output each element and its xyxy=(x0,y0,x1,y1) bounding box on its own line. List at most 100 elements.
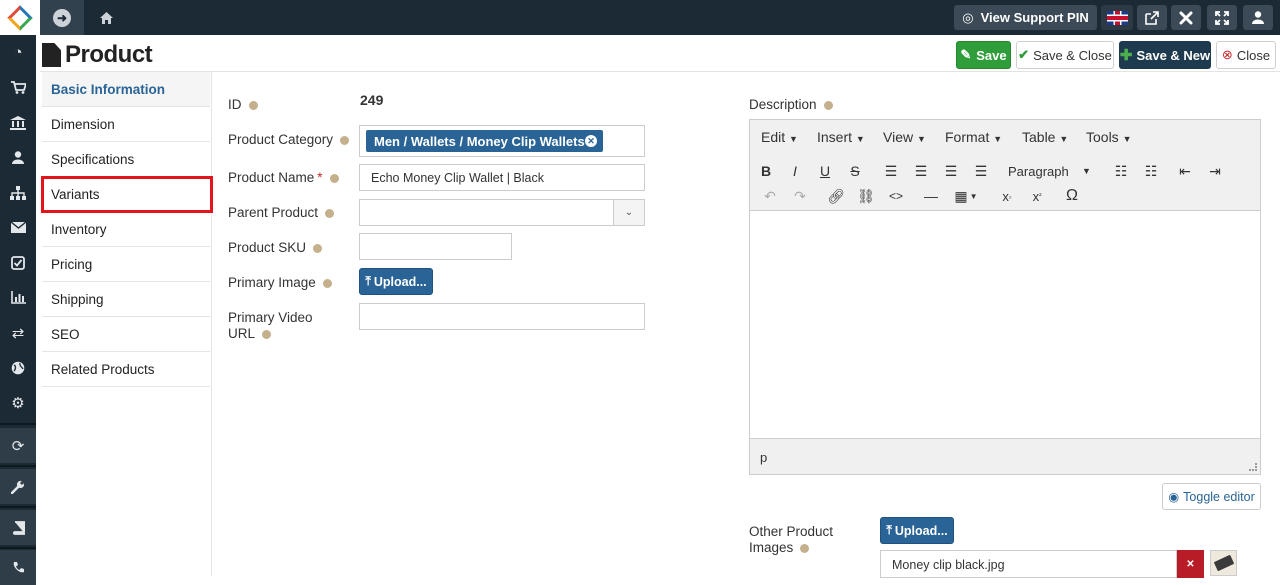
tab-shipping[interactable]: Shipping xyxy=(42,282,210,317)
menu-edit[interactable]: Edit ▼ xyxy=(761,129,798,145)
horizontal-rule-icon[interactable]: — xyxy=(920,185,942,207)
resize-handle-icon[interactable] xyxy=(1249,463,1257,471)
numbered-list-icon[interactable]: ☷ xyxy=(1140,160,1162,182)
align-right-icon[interactable]: ☰ xyxy=(940,160,962,182)
caret-down-icon: ▼ xyxy=(1082,166,1091,176)
table-icon[interactable]: ▦ ▼ xyxy=(950,185,982,207)
delete-image-button[interactable]: ✕ xyxy=(1177,550,1204,578)
description-editor: Edit ▼ Insert ▼ View ▼ Format ▼ Table ▼ … xyxy=(749,119,1261,475)
uk-flag-icon xyxy=(1106,10,1128,25)
unlink-icon[interactable]: ⛓ xyxy=(855,185,877,207)
bullet-list-icon[interactable]: ☷ xyxy=(1110,160,1132,182)
tab-specifications[interactable]: Specifications xyxy=(42,142,210,177)
menu-format-label: Format xyxy=(945,129,990,145)
tab-related-products[interactable]: Related Products xyxy=(42,352,210,387)
tab-dimension[interactable]: Dimension xyxy=(42,107,210,142)
other-images-upload-button[interactable]: ⤒ Upload... xyxy=(880,517,954,544)
align-center-icon[interactable]: ☰ xyxy=(910,160,932,182)
strikethrough-icon[interactable]: S xyxy=(844,160,866,182)
transfers-nav[interactable]: ⇄ xyxy=(0,315,36,350)
messages-nav[interactable] xyxy=(0,210,36,245)
indent-icon[interactable]: ⇥ xyxy=(1204,160,1226,182)
tab-label: Shipping xyxy=(51,291,104,307)
docs-nav[interactable] xyxy=(0,510,36,545)
view-support-pin-button[interactable]: ◎ View Support PIN xyxy=(954,5,1097,30)
special-character-icon[interactable]: Ω xyxy=(1061,185,1083,207)
close-button[interactable]: ⊗ Close xyxy=(1216,41,1276,69)
sync-nav[interactable]: ⟳ xyxy=(0,428,36,463)
italic-icon[interactable]: I xyxy=(784,160,806,182)
redo-icon[interactable]: ↷ xyxy=(789,185,811,207)
remove-tag-icon[interactable]: ✕ xyxy=(585,135,597,147)
logo-icon xyxy=(7,4,33,31)
outdent-icon[interactable]: ⇤ xyxy=(1174,160,1196,182)
subscript-icon[interactable]: x₂ xyxy=(996,185,1018,207)
product-name-input[interactable]: Echo Money Clip Wallet | Black xyxy=(359,164,645,191)
code-icon[interactable]: <> xyxy=(885,185,907,207)
toggle-editor-button[interactable]: ◉ Toggle editor xyxy=(1162,483,1261,510)
dashboard-nav[interactable]: ◔ xyxy=(0,35,36,70)
support-nav[interactable] xyxy=(0,550,36,585)
save-new-button[interactable]: ✚ Save & New xyxy=(1119,41,1211,69)
save-close-label: Save & Close xyxy=(1033,47,1112,63)
open-site-button[interactable] xyxy=(1137,5,1167,30)
close-icon: ✕ xyxy=(1186,558,1195,570)
tab-seo[interactable]: SEO xyxy=(42,317,210,352)
reports-nav[interactable] xyxy=(0,280,36,315)
settings-nav[interactable]: ⚙ xyxy=(0,385,36,420)
tab-pricing[interactable]: Pricing xyxy=(42,247,210,282)
customers-nav[interactable] xyxy=(0,140,36,175)
image-thumbnail[interactable] xyxy=(1210,550,1237,576)
bold-icon[interactable]: B xyxy=(755,160,777,182)
primary-video-url-input[interactable] xyxy=(359,303,645,330)
underline-icon[interactable]: U xyxy=(814,160,836,182)
chevron-down-icon[interactable]: ⌄ xyxy=(613,200,644,225)
link-icon[interactable]: 🔗︎ xyxy=(825,185,847,207)
eye-icon: ◉ xyxy=(1168,490,1180,504)
sitemap-icon xyxy=(10,185,26,200)
fullscreen-button[interactable] xyxy=(1207,5,1237,30)
tools-nav[interactable] xyxy=(0,469,36,504)
save-button[interactable]: ✎ Save xyxy=(956,41,1011,69)
menu-view[interactable]: View ▼ xyxy=(883,129,926,145)
categories-nav[interactable] xyxy=(0,175,36,210)
undo-icon[interactable]: ↶ xyxy=(759,185,781,207)
tasks-nav[interactable] xyxy=(0,245,36,280)
menu-insert[interactable]: Insert ▼ xyxy=(817,129,865,145)
info-icon xyxy=(329,174,339,183)
editor-content-area[interactable] xyxy=(750,212,1260,438)
payments-nav[interactable] xyxy=(0,105,36,140)
edit-icon: ✎ xyxy=(960,47,972,62)
product-sku-input[interactable] xyxy=(359,233,512,260)
menu-tools[interactable]: Tools ▼ xyxy=(1086,129,1132,145)
top-bar: ➜ ◎ View Support PIN xyxy=(0,0,1280,35)
user-menu-button[interactable] xyxy=(1243,5,1273,30)
joomla-button[interactable] xyxy=(1171,5,1201,30)
home-icon xyxy=(99,11,113,24)
tab-basic-information[interactable]: Basic Information xyxy=(42,72,210,107)
info-icon xyxy=(800,544,810,553)
caret-down-icon: ▼ xyxy=(1059,134,1069,144)
global-nav[interactable] xyxy=(0,350,36,385)
video-label-line-2: URL xyxy=(228,326,256,341)
save-close-button[interactable]: ✔ Save & Close xyxy=(1016,41,1114,69)
align-justify-icon[interactable]: ☰ xyxy=(970,160,992,182)
paragraph-select[interactable]: Paragraph xyxy=(1008,164,1069,179)
orders-nav[interactable] xyxy=(0,70,36,105)
language-button[interactable] xyxy=(1101,5,1133,30)
tab-label: Specifications xyxy=(51,151,135,167)
align-left-icon[interactable]: ☰ xyxy=(880,160,902,182)
app-logo[interactable] xyxy=(0,0,40,35)
menu-toggle-button[interactable]: ➜ xyxy=(40,0,84,35)
parent-product-select[interactable]: ⌄ xyxy=(359,199,645,226)
info-icon xyxy=(313,244,323,253)
primary-image-upload-button[interactable]: ⤒ Upload... xyxy=(359,268,433,295)
tab-inventory[interactable]: Inventory xyxy=(42,212,210,247)
checkbox-icon xyxy=(11,255,25,270)
tab-label: Pricing xyxy=(51,256,93,272)
superscript-icon[interactable]: x² xyxy=(1026,185,1048,207)
home-button[interactable] xyxy=(92,0,120,35)
menu-format[interactable]: Format ▼ xyxy=(945,129,1002,145)
menu-table[interactable]: Table ▼ xyxy=(1022,129,1068,145)
name-label-text: Product Name xyxy=(228,170,315,185)
